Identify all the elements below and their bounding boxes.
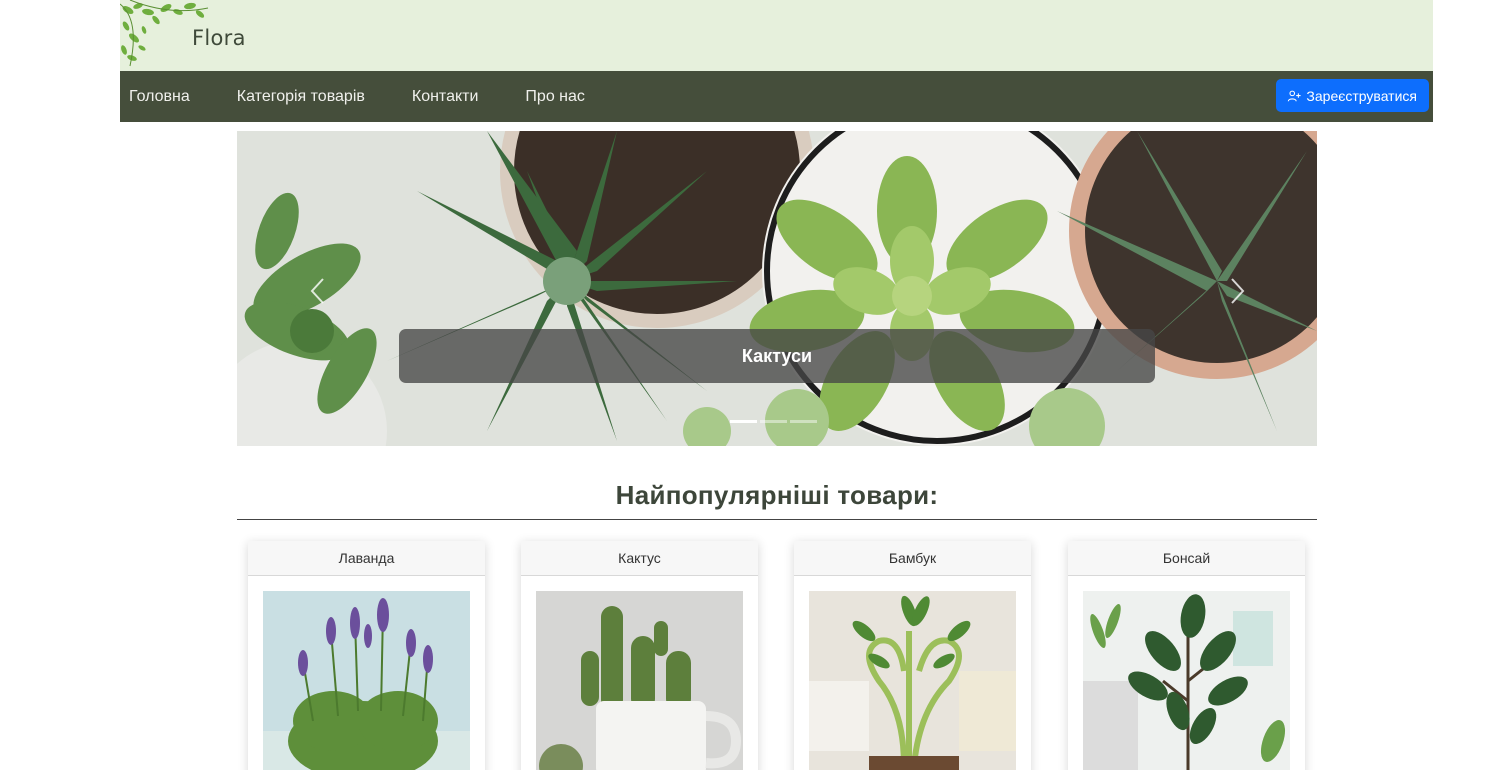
cactus-image [536,591,743,770]
user-plus-icon [1288,90,1301,101]
product-card-cactus[interactable]: Кактус [521,541,758,770]
carousel-indicator-1[interactable] [730,420,757,423]
main-nav: Головна Категорія товарів Контакти Про н… [120,71,1433,122]
hero-carousel: Кактуси [237,131,1317,446]
register-button-label: Зареєструватися [1306,87,1417,104]
carousel-slide-image [237,131,1317,446]
carousel-indicator-2[interactable] [760,420,787,423]
product-card-bonsai[interactable]: Бонсай [1068,541,1305,770]
carousel-caption: Кактуси [399,329,1155,383]
carousel-prev-icon[interactable] [303,271,333,311]
page-wrapper: Flora Головна Категорія товарів Контакти… [120,0,1433,122]
bonsai-image [1083,591,1290,770]
carousel-indicator-3[interactable] [790,420,817,423]
product-card-title: Лаванда [248,541,485,576]
product-card-bamboo[interactable]: Бамбук [794,541,1031,770]
nav-item-home[interactable]: Головна [129,88,190,106]
carousel-indicators [730,420,817,423]
brand-logo-text[interactable]: Flora [192,26,246,50]
product-card-title: Кактус [521,541,758,576]
bamboo-image [809,591,1016,770]
lavender-image [263,591,470,770]
carousel-caption-text: Кактуси [741,345,813,366]
nav-item-categories[interactable]: Категорія товарів [237,88,365,106]
product-card-lavender[interactable]: Лаванда [248,541,485,770]
section-divider [237,519,1317,520]
popular-products-title: Найпопулярніші товари: [615,480,939,510]
register-button[interactable]: Зареєструватися [1276,79,1429,112]
nav-item-about[interactable]: Про нас [525,88,584,106]
nav-item-contacts[interactable]: Контакти [412,88,479,106]
site-header: Flora [120,0,1433,71]
product-card-title: Бонсай [1068,541,1305,576]
product-card-title: Бамбук [794,541,1031,576]
carousel-next-icon[interactable] [1222,271,1252,311]
